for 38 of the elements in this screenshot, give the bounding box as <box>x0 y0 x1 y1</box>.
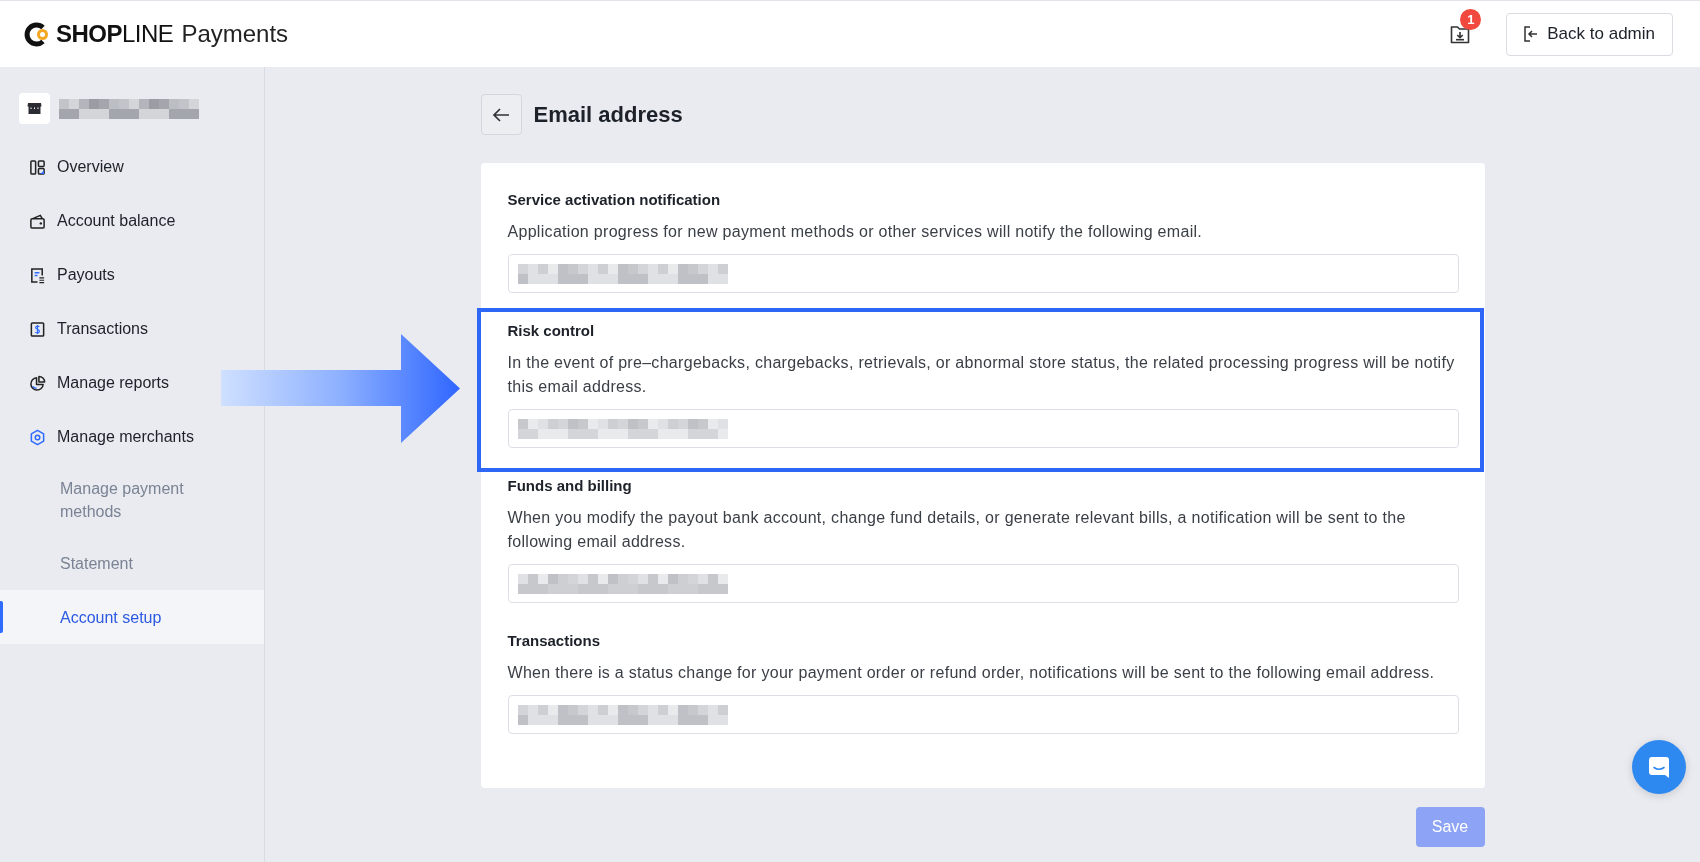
product-name: Payments <box>181 20 289 48</box>
section-title: Service activation notification <box>507 190 722 210</box>
panels-icon <box>29 158 46 176</box>
receipt-icon <box>29 266 46 284</box>
back-arrow-icon <box>492 106 510 123</box>
sidebar-item[interactable]: Overview <box>0 140 132 194</box>
sidebar-item[interactable]: Manage merchants <box>0 410 202 464</box>
download-icon[interactable] <box>1450 24 1471 44</box>
brand-name: SHOPLINE <box>56 20 174 48</box>
store-icon <box>19 93 50 124</box>
hexagon-icon <box>29 428 46 446</box>
pie-chart-icon <box>29 374 46 392</box>
back-button[interactable] <box>480 94 522 135</box>
logo-icon <box>24 21 51 47</box>
chat-button[interactable] <box>1632 740 1686 794</box>
back-to-admin-button[interactable]: Back to admin <box>1506 12 1673 56</box>
sidebar-item[interactable]: Account balance <box>0 194 184 248</box>
section-description: When there is a status change for your payment order or refund order, notifications will be sent to the following email address. <box>507 663 1436 683</box>
section-title: Funds and billing <box>507 476 633 496</box>
chat-bubble-icon <box>1647 755 1671 779</box>
email-field[interactable] <box>507 254 1459 293</box>
notification-badge: 1 <box>1460 9 1482 30</box>
exit-icon <box>1524 26 1539 42</box>
section-title: Transactions <box>507 631 602 651</box>
page-title: Email address <box>533 101 683 128</box>
sidebar-item[interactable]: Transactions <box>0 302 156 356</box>
section-description: Application progress for new payment methods or other services will notify the following email. <box>507 222 1204 242</box>
email-field[interactable] <box>507 695 1459 734</box>
section-description: In the event of pre–chargebacks, chargebacks, retrievals, or abnormal store status, the related processing progress will be notify this email address. <box>507 353 1456 397</box>
section-title: Risk control <box>507 321 596 341</box>
dollar-icon <box>29 320 46 338</box>
sidebar-subitem[interactable]: Account setup <box>0 590 264 644</box>
sidebar-item[interactable]: Manage reports <box>0 356 178 410</box>
section-description: When you modify the payout bank account, change fund details, or generate relevant bills, a notification will be sent to the following email address. <box>507 508 1407 552</box>
wallet-icon <box>29 212 46 230</box>
sidebar-item[interactable]: Payouts <box>0 248 123 302</box>
email-field[interactable] <box>507 409 1459 448</box>
email-field[interactable] <box>507 564 1459 603</box>
